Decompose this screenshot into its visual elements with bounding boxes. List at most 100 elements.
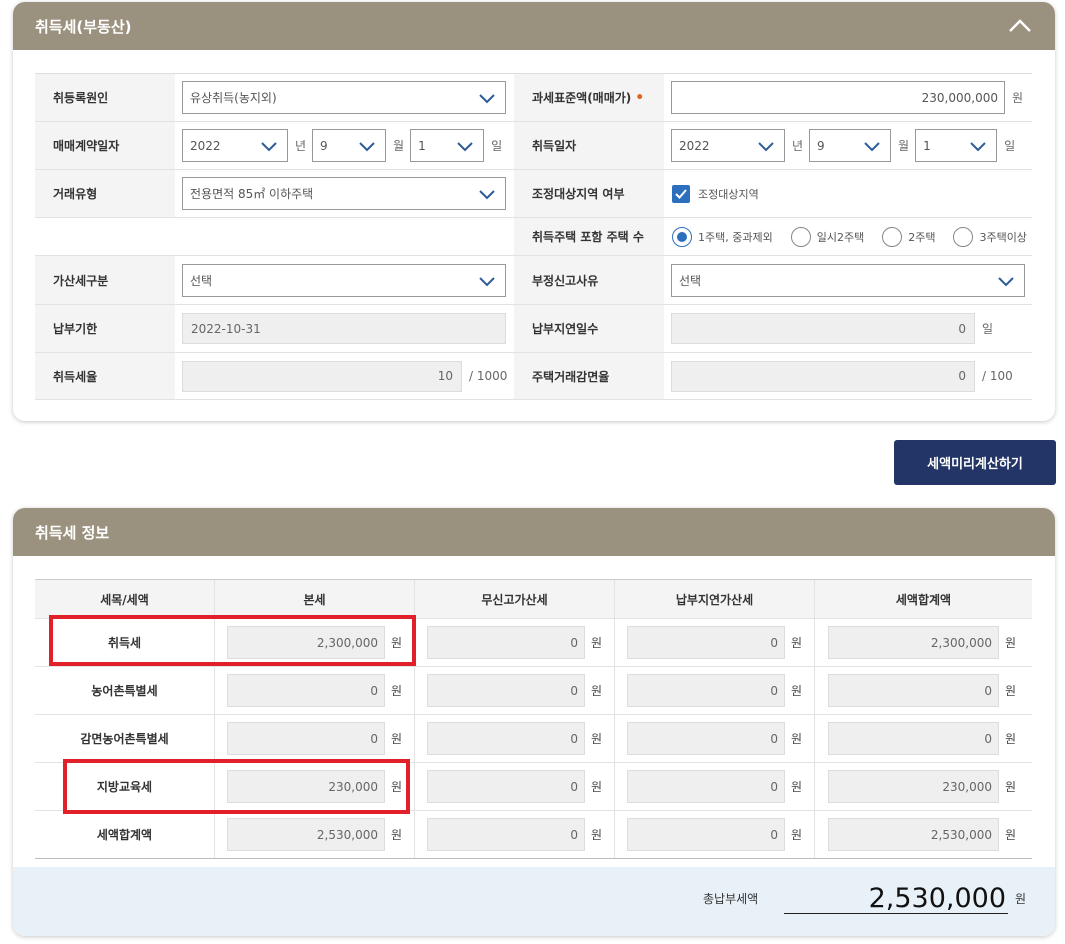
house-count-radio-4[interactable] <box>953 226 974 247</box>
house-count-radio-3[interactable] <box>882 226 903 247</box>
acquire-day-value: 1 <box>923 138 931 153</box>
won-unit: 원 <box>591 780 603 794</box>
tax-rate-field: 10 <box>182 360 462 392</box>
adjust-area-checkbox[interactable] <box>672 184 690 203</box>
won-unit: 원 <box>1005 780 1017 794</box>
info-panel-header: 취득세 정보 <box>13 508 1055 556</box>
acquire-year-value: 2022 <box>679 138 710 153</box>
contract-year-select[interactable]: 2022 <box>182 129 288 162</box>
amount-cell: 230,000 <box>828 770 999 803</box>
contract-day-select[interactable]: 1 <box>410 129 485 162</box>
reduction-rate-unit: / 100 <box>982 369 1013 383</box>
adjust-area-checkbox-label: 조정대상지역 <box>698 187 759 201</box>
acquisition-tax-form-panel: 취득세(부동산) 취등록원인 유상취득(농지외) 과세표준액(매매가) • 230… <box>13 2 1055 421</box>
acquire-day-unit: 일 <box>1004 139 1016 153</box>
surtax-type-select[interactable]: 선택 <box>182 263 506 297</box>
won-unit: 원 <box>1005 636 1017 650</box>
house-count-option-2: 일시2주택 <box>816 230 865 244</box>
row-label: 세액합계액 <box>96 828 153 842</box>
chevron-up-icon[interactable] <box>1007 14 1033 38</box>
chevron-down-icon <box>998 276 1014 286</box>
label-deal-type: 거래유형 <box>35 170 175 217</box>
amount-cell: 0 <box>427 674 585 707</box>
amount-cell: 0 <box>227 722 385 755</box>
label-cause: 취등록원인 <box>35 74 175 121</box>
chevron-down-icon <box>359 142 375 152</box>
form-panel-title: 취득세(부동산) <box>35 17 132 36</box>
improper-reason-select[interactable]: 선택 <box>671 263 1025 297</box>
improper-reason-value: 선택 <box>679 273 702 288</box>
taxbase-input[interactable]: 230,000,000 <box>671 81 1005 114</box>
amount-cell: 0 <box>828 722 999 755</box>
won-unit: 원 <box>391 732 403 746</box>
deal-type-value: 전용면적 85㎡ 이하주택 <box>190 187 314 201</box>
house-count-radio-1[interactable] <box>672 226 692 247</box>
required-mark: • <box>635 89 645 106</box>
won-unit: 원 <box>791 828 803 842</box>
contract-month-unit: 월 <box>393 139 405 153</box>
contract-year-value: 2022 <box>190 138 221 153</box>
acquire-month-select[interactable]: 9 <box>809 129 892 162</box>
amount-cell: 0 <box>627 722 785 755</box>
label-surtax-type: 가산세구분 <box>35 256 175 304</box>
amount-cell: 0 <box>427 818 585 851</box>
cause-select[interactable]: 유상취득(농지외) <box>182 81 506 114</box>
col-header-total: 세액합계액 <box>814 580 1032 618</box>
amount-cell: 2,530,000 <box>227 818 385 851</box>
table-row: 지방교육세 230,000 원 0원 0원 230,000 원 <box>35 763 1032 811</box>
amount-cell: 0 <box>627 626 785 659</box>
info-panel-title: 취득세 정보 <box>35 523 110 542</box>
delay-days-unit: 일 <box>982 322 994 336</box>
house-count-radio-2[interactable] <box>790 226 811 247</box>
amount-cell: 0 <box>427 770 585 803</box>
contract-month-select[interactable]: 9 <box>312 129 387 162</box>
chevron-down-icon <box>864 142 880 152</box>
tax-rate-unit: / 1000 <box>469 369 508 383</box>
row-label: 농어촌특별세 <box>91 684 158 698</box>
contract-month-value: 9 <box>320 138 328 153</box>
won-unit: 원 <box>791 636 803 650</box>
table-header-row: 세목/세액 본세 무신고가산세 납부지연가산세 세액합계액 <box>35 580 1032 619</box>
table-row: 감면농어촌특별세 0원 0원 0원 0원 <box>35 715 1032 763</box>
amount-cell: 0 <box>427 722 585 755</box>
amount-cell: 0 <box>627 818 785 851</box>
label-adjust-area: 조정대상지역 여부 <box>514 170 664 217</box>
col-header-item: 세목/세액 <box>100 592 149 607</box>
label-house-count: 취득주택 포함 주택 수 <box>514 218 664 255</box>
col-header-main-tax: 본세 <box>214 580 414 618</box>
amount-cell: 2,530,000 <box>828 818 999 851</box>
amount-cell: 2,300,000 <box>227 626 385 659</box>
total-payment-unit: 원 <box>1015 892 1027 906</box>
amount-cell: 2,300,000 <box>828 626 999 659</box>
total-payment-amount: 2,530,000 <box>784 883 1008 914</box>
chevron-down-icon <box>457 142 473 152</box>
won-unit: 원 <box>791 780 803 794</box>
chevron-down-icon <box>479 276 495 286</box>
cause-value: 유상취득(농지외) <box>190 91 277 105</box>
acquire-month-unit: 월 <box>898 139 910 153</box>
won-unit: 원 <box>391 828 403 842</box>
label-acquire-date: 취득일자 <box>514 122 664 169</box>
won-unit: 원 <box>591 684 603 698</box>
acquire-day-select[interactable]: 1 <box>915 129 998 162</box>
deal-type-select[interactable]: 전용면적 85㎡ 이하주택 <box>182 177 506 210</box>
chevron-down-icon <box>970 142 986 152</box>
won-unit: 원 <box>1005 732 1017 746</box>
label-reduction-rate: 주택거래감면율 <box>514 353 664 399</box>
won-unit: 원 <box>391 684 403 698</box>
contract-year-unit: 년 <box>295 139 307 153</box>
deadline-field: 2022-10-31 <box>182 313 506 344</box>
amount-cell: 0 <box>627 674 785 707</box>
row-label: 감면농어촌특별세 <box>80 732 169 746</box>
acquire-year-select[interactable]: 2022 <box>671 129 785 162</box>
house-count-option-3: 2주택 <box>908 230 936 244</box>
calculate-tax-button[interactable]: 세액미리계산하기 <box>894 440 1056 485</box>
house-count-option-4: 3주택이상 <box>979 230 1027 244</box>
reduction-rate-field: 0 <box>671 360 975 392</box>
form-panel-header: 취득세(부동산) <box>13 2 1055 50</box>
chevron-down-icon <box>758 142 774 152</box>
total-payment-bar: 총납부세액 2,530,000 원 <box>13 867 1055 936</box>
amount-cell: 0 <box>828 674 999 707</box>
label-improper-reason: 부정신고사유 <box>514 256 664 304</box>
won-unit: 원 <box>791 732 803 746</box>
